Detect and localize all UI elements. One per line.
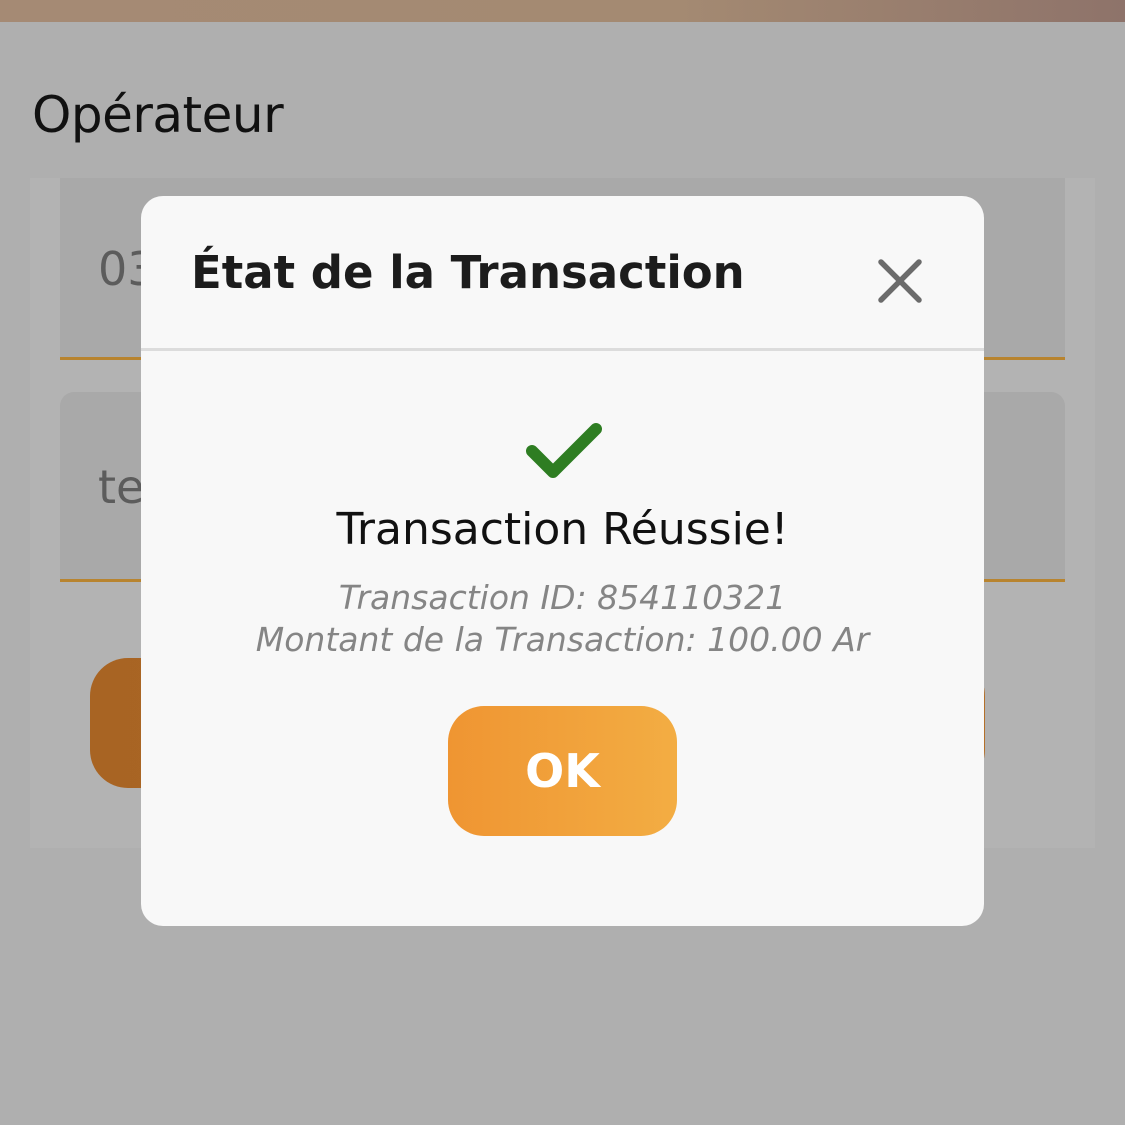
transaction-type-value: te: [98, 460, 145, 514]
transaction-status-dialog: État de la Transaction Transaction Réuss…: [141, 196, 984, 926]
screen: Opérateur 03 te État de la Transaction T…: [0, 0, 1125, 1125]
close-icon[interactable]: [871, 252, 929, 310]
dialog-title: État de la Transaction: [191, 246, 745, 299]
transaction-id-text: Transaction ID: 854110321: [338, 578, 787, 617]
dialog-header: État de la Transaction: [141, 196, 984, 351]
top-banner: [0, 0, 1125, 22]
ok-button[interactable]: OK: [448, 706, 677, 836]
checkmark-icon: [526, 421, 602, 481]
operator-section-label: Opérateur: [32, 86, 284, 144]
status-message: Transaction Réussie!: [336, 504, 789, 555]
transaction-amount-text: Montant de la Transaction: 100.00 Ar: [255, 620, 870, 659]
